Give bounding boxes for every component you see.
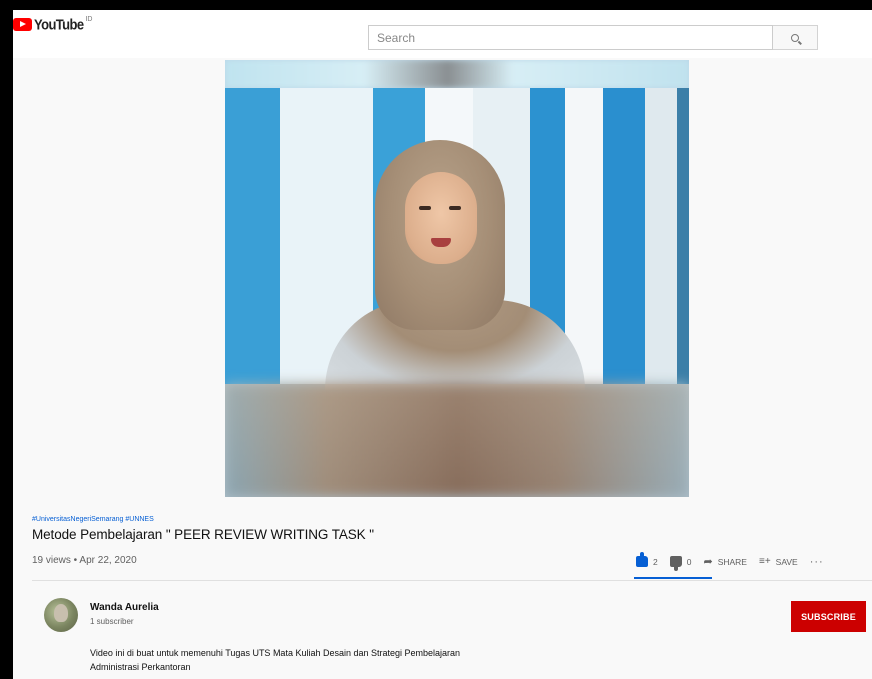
like-button[interactable]: 2 [636, 552, 658, 567]
video-description: Video ini di buat untuk memenuhi Tugas U… [90, 646, 460, 674]
frame-top-border [0, 0, 872, 10]
thumb-down-icon [669, 556, 682, 571]
save-button[interactable]: ≡+ SAVE [759, 556, 798, 567]
playlist-add-icon: ≡+ [758, 556, 771, 567]
description-line-2: Administrasi Perkantoran [90, 662, 191, 672]
share-icon: ➦ [703, 556, 713, 568]
video-presenter [325, 140, 585, 390]
left-eye [419, 206, 431, 210]
search-icon [791, 33, 799, 42]
right-eye [449, 206, 461, 210]
video-top-blur [225, 60, 689, 88]
more-actions-button[interactable]: ··· [810, 556, 824, 568]
video-bottom-overlay [225, 384, 689, 497]
presenter-face [405, 172, 477, 264]
share-button[interactable]: ➦ SHARE [703, 555, 747, 568]
youtube-logo[interactable]: YouTube ID [13, 16, 93, 33]
channel-name[interactable]: Wanda Aurelia [90, 602, 159, 613]
channel-avatar[interactable] [44, 598, 78, 632]
like-sentiment-bar [634, 577, 712, 579]
country-code: ID [85, 16, 93, 23]
thumb-up-icon [636, 552, 648, 567]
save-label: SAVE [775, 556, 798, 567]
dislike-count: 0 [686, 556, 692, 567]
divider [32, 580, 872, 581]
logo-text: YouTube [34, 16, 84, 33]
subscribe-button[interactable]: SUBSCRIBE [791, 601, 866, 632]
share-label: SHARE [717, 556, 747, 567]
like-count: 2 [653, 556, 658, 567]
description-line-1: Video ini di buat untuk memenuhi Tugas U… [90, 648, 461, 658]
video-actions: 2 0 ➦ SHARE ≡+ SAVE ··· [636, 552, 836, 571]
video-hashtags[interactable]: #UniversitasNegeriSemarang #UNNES [32, 516, 154, 523]
more-horizontal-icon: ··· [809, 555, 824, 568]
search-input[interactable]: Search [368, 25, 773, 50]
video-meta: 19 views • Apr 22, 2020 [32, 555, 137, 566]
video-title: Metode Pembelajaran " PEER REVIEW WRITIN… [32, 527, 374, 542]
youtube-play-icon [13, 18, 32, 31]
dislike-button[interactable]: 0 [669, 556, 692, 571]
search-button[interactable] [773, 25, 818, 50]
subscriber-count: 1 subscriber [90, 617, 134, 626]
frame-left-border [0, 0, 13, 679]
mouth [431, 238, 451, 247]
video-player[interactable] [225, 60, 689, 497]
